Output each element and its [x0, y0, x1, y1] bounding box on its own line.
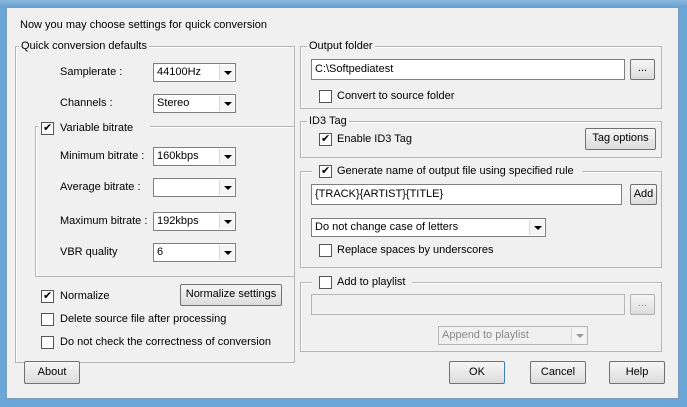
- max-bitrate-label: Maximum bitrate :: [60, 215, 148, 227]
- normalize-settings-button[interactable]: Normalize settings: [180, 284, 282, 306]
- playlist-checkbox[interactable]: [319, 276, 332, 289]
- convert-to-source-label: Convert to source folder: [337, 90, 455, 102]
- replace-spaces-checkbox[interactable]: [319, 244, 332, 257]
- playlist-browse-button[interactable]: ...: [630, 294, 655, 315]
- max-bitrate-value: 192kbps: [157, 215, 199, 227]
- no-check-checkbox[interactable]: [41, 336, 54, 349]
- convert-to-source-checkbox[interactable]: [319, 90, 332, 103]
- output-folder-title: Output folder: [307, 39, 375, 53]
- chevron-down-icon[interactable]: [219, 180, 234, 195]
- enable-id3-label: Enable ID3 Tag: [337, 133, 413, 145]
- min-bitrate-value: 160kbps: [157, 150, 199, 162]
- min-bitrate-label: Minimum bitrate :: [60, 150, 145, 162]
- tag-options-button[interactable]: Tag options: [585, 128, 656, 150]
- add-rule-button[interactable]: Add: [630, 184, 657, 205]
- case-select[interactable]: Do not change case of letters: [311, 218, 546, 237]
- naming-header: Generate name of output file using speci…: [312, 164, 582, 178]
- ok-button[interactable]: OK: [449, 361, 505, 384]
- playlist-mode-value: Append to playlist: [442, 329, 529, 341]
- playlist-mode-select[interactable]: Append to playlist: [438, 326, 588, 345]
- playlist-label: Add to playlist: [337, 276, 406, 288]
- vbr-quality-select[interactable]: 6: [153, 243, 236, 262]
- chevron-down-icon[interactable]: [219, 65, 234, 80]
- avg-bitrate-label: Average bitrate :: [60, 181, 141, 193]
- id3-title: ID3 Tag: [307, 114, 349, 128]
- output-folder-browse-button[interactable]: ...: [630, 59, 655, 80]
- vbr-header: Variable bitrate: [38, 121, 150, 135]
- avg-bitrate-select[interactable]: [153, 178, 236, 197]
- about-button[interactable]: About: [24, 361, 80, 384]
- output-folder-input[interactable]: C:\Softpediatest: [311, 59, 625, 80]
- playlist-header: Add to playlist: [312, 275, 412, 289]
- normalize-label: Normalize: [60, 290, 110, 302]
- channels-select[interactable]: Stereo: [153, 94, 236, 113]
- chevron-down-icon[interactable]: [219, 214, 234, 229]
- case-value: Do not change case of letters: [315, 221, 459, 233]
- title-bar[interactable]: [0, 0, 687, 7]
- vbr-checkbox[interactable]: [41, 121, 54, 135]
- dialog-header: Now you may choose settings for quick co…: [20, 19, 268, 31]
- normalize-checkbox[interactable]: [41, 289, 54, 303]
- naming-checkbox[interactable]: [319, 164, 332, 178]
- settings-dialog: Now you may choose settings for quick co…: [6, 7, 679, 399]
- chevron-down-icon[interactable]: [219, 245, 234, 260]
- min-bitrate-select[interactable]: 160kbps: [153, 147, 236, 166]
- replace-spaces-label: Replace spaces by underscores: [337, 244, 494, 256]
- chevron-down-icon[interactable]: [219, 96, 234, 111]
- quick-defaults-title: Quick conversion defaults: [19, 39, 149, 53]
- chevron-down-icon[interactable]: [219, 149, 234, 164]
- playlist-path-input[interactable]: [311, 294, 625, 315]
- vbr-quality-label: VBR quality: [60, 246, 118, 258]
- vbr-label: Variable bitrate: [60, 122, 134, 134]
- samplerate-label: Samplerate :: [60, 66, 123, 78]
- naming-rule-input[interactable]: {TRACK}{ARTIST}{TITLE}: [311, 184, 622, 205]
- chevron-down-icon[interactable]: [529, 220, 544, 235]
- samplerate-select[interactable]: 44100Hz: [153, 63, 236, 82]
- channels-label: Channels :: [60, 97, 113, 109]
- max-bitrate-select[interactable]: 192kbps: [153, 212, 236, 231]
- delete-source-label: Delete source file after processing: [60, 313, 227, 325]
- naming-label: Generate name of output file using speci…: [337, 165, 574, 177]
- chevron-down-icon[interactable]: [571, 328, 586, 343]
- help-button[interactable]: Help: [609, 361, 665, 384]
- channels-value: Stereo: [157, 97, 190, 109]
- enable-id3-checkbox[interactable]: [319, 132, 332, 146]
- no-check-label: Do not check the correctness of conversi…: [60, 336, 271, 348]
- delete-source-checkbox[interactable]: [41, 313, 54, 326]
- cancel-button[interactable]: Cancel: [530, 361, 586, 384]
- vbr-quality-value: 6: [157, 246, 164, 258]
- output-folder-path: C:\Softpediatest: [315, 63, 394, 75]
- samplerate-value: 44100Hz: [157, 66, 202, 78]
- naming-rule-value: {TRACK}{ARTIST}{TITLE}: [315, 188, 444, 200]
